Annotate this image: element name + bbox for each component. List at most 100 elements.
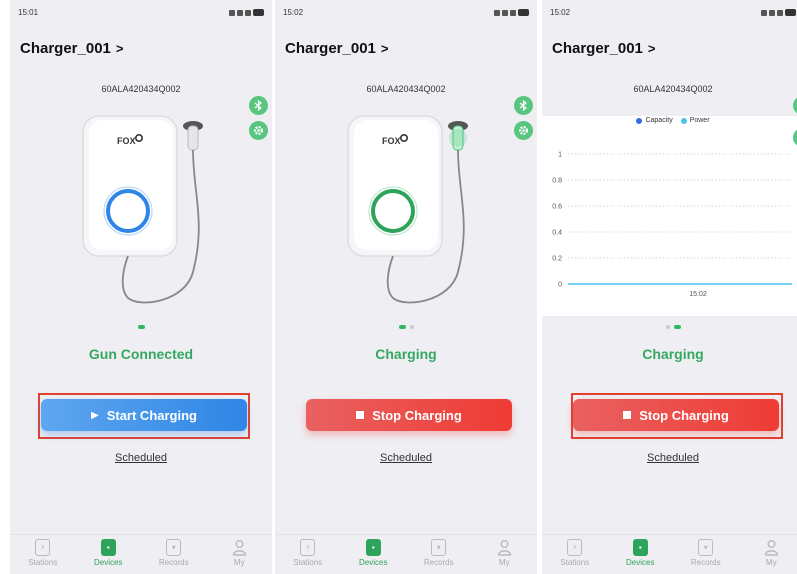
records-icon: ▾: [431, 539, 447, 556]
y-tick-label: 0.6: [552, 204, 562, 211]
device-title-link[interactable]: Charger_001 >: [20, 40, 123, 57]
scheduled-link[interactable]: Scheduled: [10, 452, 272, 464]
tab-label: My: [498, 558, 510, 567]
scheduled-link[interactable]: Scheduled: [542, 452, 797, 464]
bottom-tab-bar: ⚡ Stations ▪ Devices ▾ Records My: [10, 534, 272, 574]
records-icon: ▾: [166, 539, 182, 556]
tab-stations[interactable]: ⚡ Stations: [545, 539, 605, 567]
tab-label: Devices: [359, 558, 388, 567]
legend-label: Power: [689, 117, 710, 124]
bottom-tab-bar: ⚡ Stations ▪ Devices ▾ Records My: [275, 534, 537, 574]
signal-icon: [494, 9, 500, 16]
tab-label: Devices: [626, 558, 655, 567]
page-dot-active: [673, 325, 681, 329]
phone-screen-gun-connected: 15:01 Charger_001 > 60ALA420434Q002 FOX: [10, 0, 272, 574]
tab-label: Records: [158, 558, 189, 567]
status-icons: [761, 9, 796, 16]
device-title-link[interactable]: Charger_001 >: [552, 40, 655, 57]
tab-records[interactable]: ▾ Records: [676, 539, 736, 567]
bluetooth-icon: [519, 100, 527, 111]
device-icon: ▪: [365, 539, 381, 556]
charging-chart: 1 0.8 0.6 0.4 0.2 0 15:02: [552, 152, 792, 298]
page-indicator: [542, 325, 797, 329]
phone-screen-charging: 15:02 Charger_001 > 60ALA420434Q002 FOX: [275, 0, 537, 574]
scheduled-link[interactable]: Scheduled: [275, 452, 537, 464]
user-icon: [232, 540, 246, 556]
power-dot-icon: [680, 117, 687, 124]
start-charging-button[interactable]: ▶ Start Charging: [41, 399, 247, 431]
bluetooth-button[interactable]: [793, 96, 797, 115]
tab-label: Stations: [293, 558, 323, 567]
records-icon: ▾: [698, 539, 714, 556]
legend-power[interactable]: Power: [680, 117, 710, 124]
charger-illustration: FOX: [347, 115, 468, 304]
device-title: Charger_001: [552, 40, 643, 57]
tab-stations[interactable]: ⚡ Stations: [278, 539, 338, 567]
device-title: Charger_001: [285, 40, 376, 57]
tab-devices[interactable]: ▪ Devices: [343, 539, 403, 567]
tab-records[interactable]: ▾ Records: [409, 539, 469, 567]
page-indicator: [275, 325, 537, 329]
screenshot-panels: 15:01 Charger_001 > 60ALA420434Q002 FOX: [0, 0, 797, 574]
y-tick-label: 0.4: [552, 230, 562, 237]
stop-charging-button[interactable]: Stop Charging: [573, 399, 779, 431]
legend-capacity[interactable]: Capacity: [636, 117, 673, 124]
y-tick-label: 1: [558, 152, 562, 159]
network-icon: [502, 9, 508, 16]
network-icon: [769, 9, 775, 16]
chevron-right-icon: >: [647, 41, 656, 56]
tab-label: My: [765, 558, 777, 567]
bottom-tab-bar: ⚡ Stations ▪ Devices ▾ Records My: [542, 534, 797, 574]
capacity-dot-icon: [636, 117, 643, 124]
start-charging-label: Start Charging: [106, 407, 197, 423]
device-serial: 60ALA420434Q002: [101, 84, 181, 94]
chevron-right-icon: >: [380, 41, 389, 56]
battery-icon: [518, 9, 529, 16]
page-indicator: [10, 325, 272, 329]
tab-devices[interactable]: ▪ Devices: [610, 539, 670, 567]
gun-glow: [449, 129, 467, 147]
chart-legend: Capacity Power: [542, 117, 797, 124]
wifi-icon: [510, 9, 516, 16]
wifi-icon: [777, 9, 783, 16]
play-icon: ▶: [91, 409, 99, 421]
y-tick-label: 0: [558, 282, 562, 289]
charging-status: Charging: [642, 346, 704, 362]
y-tick-label: 0.2: [552, 256, 562, 263]
tab-label: Devices: [94, 558, 123, 567]
tab-label: Records: [690, 558, 721, 567]
fox-logo: FOX: [382, 136, 401, 146]
page-dot-active: [398, 325, 406, 329]
stop-icon: [623, 411, 632, 419]
tab-label: My: [233, 558, 245, 567]
device-title: Charger_001: [20, 40, 111, 57]
tab-stations[interactable]: ⚡ Stations: [13, 539, 73, 567]
tab-label: Stations: [28, 558, 58, 567]
stop-icon: [356, 411, 365, 419]
status-bar: 15:01: [18, 8, 264, 22]
status-bar: 15:02: [550, 8, 796, 22]
tab-devices[interactable]: ▪ Devices: [78, 539, 138, 567]
x-tick-label: 15:02: [689, 291, 707, 298]
user-icon: [497, 540, 511, 556]
wifi-icon: [245, 9, 251, 16]
y-tick-label: 0.8: [552, 178, 562, 185]
battery-icon: [253, 9, 264, 16]
charger-illustration: FOX: [82, 115, 203, 304]
tab-my[interactable]: My: [474, 539, 534, 567]
page-dot: [409, 325, 414, 329]
tab-my[interactable]: My: [209, 539, 269, 567]
battery-icon: [785, 9, 796, 16]
status-time: 15:01: [18, 8, 39, 17]
signal-icon: [761, 9, 767, 16]
tab-label: Stations: [560, 558, 590, 567]
tab-my[interactable]: My: [741, 539, 797, 567]
charging-gun: [187, 125, 199, 151]
station-icon: ⚡: [35, 539, 51, 556]
status-time: 15:02: [283, 8, 304, 17]
charging-status: Gun Connected: [88, 346, 194, 362]
stop-charging-label: Stop Charging: [639, 407, 729, 423]
tab-records[interactable]: ▾ Records: [144, 539, 204, 567]
stop-charging-button[interactable]: Stop Charging: [306, 399, 512, 431]
device-title-link[interactable]: Charger_001 >: [285, 40, 388, 57]
